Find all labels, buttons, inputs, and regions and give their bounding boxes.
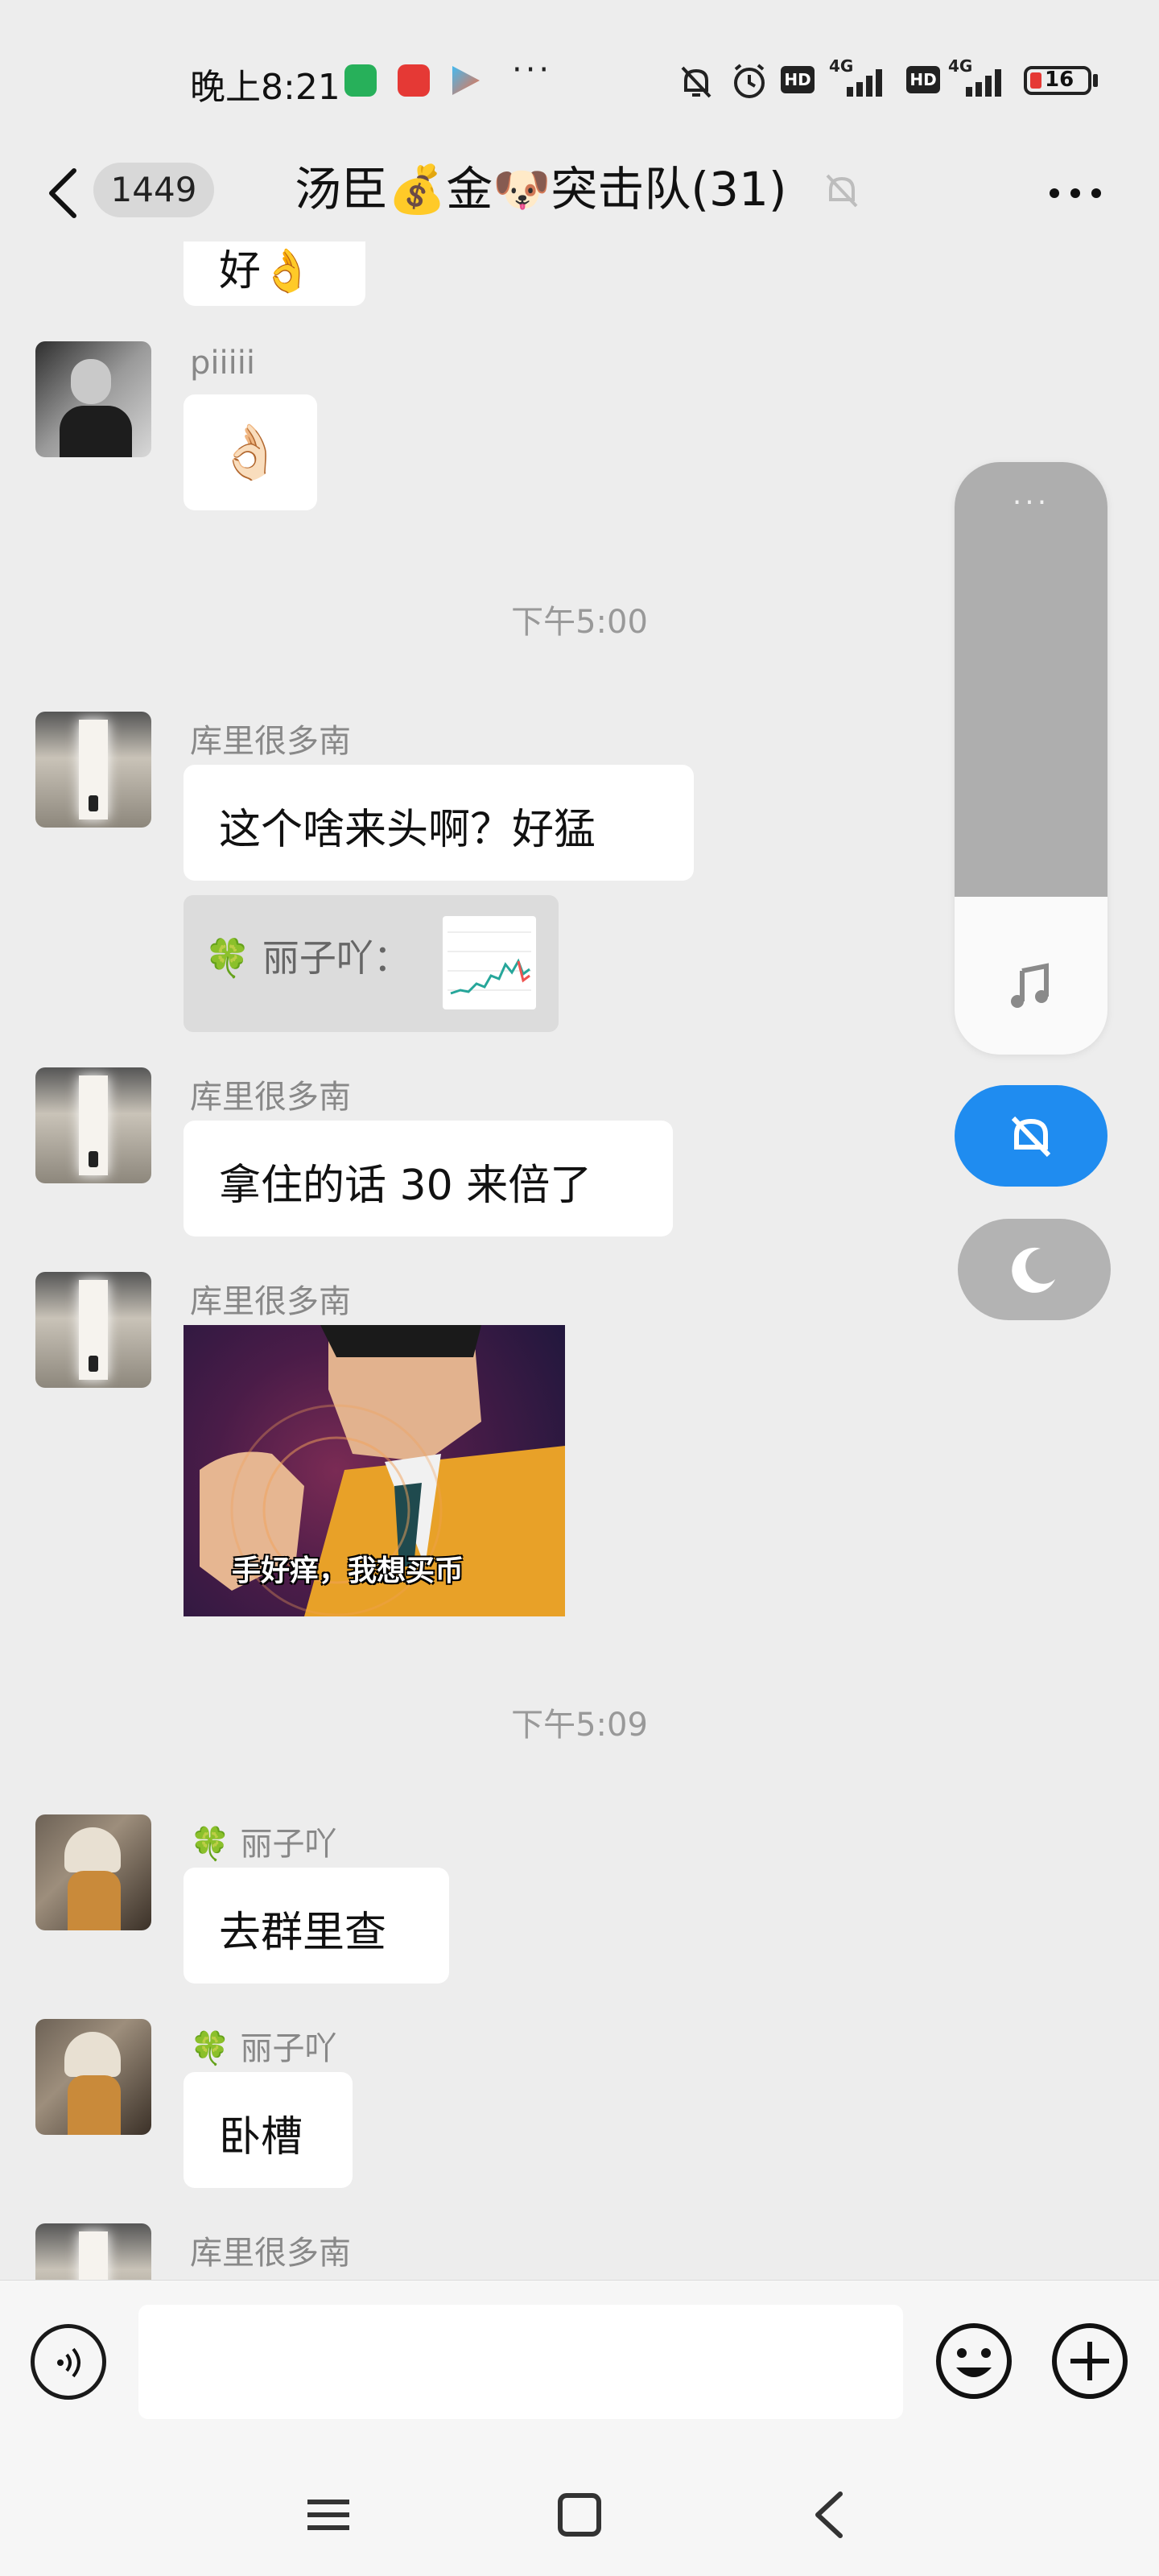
meme-caption: 手好痒，我想买币 xyxy=(232,1554,464,1587)
bell-off-icon xyxy=(826,174,858,208)
hd-badge-1: HD xyxy=(781,66,815,93)
back-button[interactable]: 1449 xyxy=(45,155,222,232)
battery-fill xyxy=(1030,72,1041,89)
home-nav-button[interactable] xyxy=(547,2483,612,2547)
music-note-icon xyxy=(1011,963,1049,1008)
avatar[interactable] xyxy=(35,341,151,457)
sender-name: 库里很多南 xyxy=(190,1283,351,1320)
avatar[interactable] xyxy=(35,2019,151,2135)
avatar[interactable] xyxy=(35,2223,151,2280)
unread-count-badge: 1449 xyxy=(93,163,214,217)
more-actions-button[interactable] xyxy=(1050,2321,1130,2401)
message-bubble[interactable]: 卧槽 xyxy=(184,2072,353,2188)
sender-name: 库里很多南 xyxy=(190,1079,351,1116)
plus-circle-icon xyxy=(1052,2323,1128,2399)
play-app-icon xyxy=(452,66,480,95)
volume-panel[interactable]: ··· xyxy=(955,462,1107,1055)
timestamp: 下午5:09 xyxy=(511,1707,648,1744)
message-text: 卧槽 xyxy=(219,2113,303,2161)
chat-title: 汤臣💰金🐶突击队(31) xyxy=(295,162,787,217)
shield-app-icon xyxy=(344,64,377,97)
mute-toggle-button[interactable] xyxy=(955,1085,1107,1187)
sender-name: 🍀 丽子吖 xyxy=(190,1826,337,1863)
sender-name: 🍀 丽子吖 xyxy=(190,2030,337,2067)
avatar[interactable] xyxy=(35,1067,151,1183)
moon-icon xyxy=(1012,1247,1055,1293)
status-more-dots: ··· xyxy=(512,52,553,89)
battery-icon: 16 xyxy=(1024,66,1091,95)
chart-thumbnail[interactable] xyxy=(443,916,536,1009)
signal-icon-2 xyxy=(966,69,1001,97)
emoji-icon xyxy=(936,2323,1012,2399)
message-text: 好👌 xyxy=(219,247,313,295)
more-dots-icon xyxy=(1050,188,1101,198)
message-bubble[interactable]: 拿住的话 30 来倍了 xyxy=(184,1121,673,1236)
ok-hand-icon: 👌🏻 xyxy=(217,421,284,483)
home-square-icon xyxy=(558,2493,601,2537)
chat-header: 1449 汤臣💰金🐶突击队(31) xyxy=(0,145,1159,242)
sender-name: 库里很多南 xyxy=(190,723,351,760)
menu-icon xyxy=(307,2500,349,2530)
system-nav-bar xyxy=(0,2449,1159,2576)
sender-name: 库里很多南 xyxy=(190,2235,351,2272)
menu-nav-button[interactable] xyxy=(296,2483,361,2547)
message-bubble[interactable]: 好👌 xyxy=(184,242,365,306)
signal-icon xyxy=(847,69,882,97)
do-not-disturb-button[interactable] xyxy=(958,1219,1111,1320)
emoji-button[interactable] xyxy=(934,2321,1014,2401)
back-nav-button[interactable] xyxy=(798,2483,863,2547)
avatar[interactable] xyxy=(35,1272,151,1388)
avatar[interactable] xyxy=(35,712,151,828)
alarm-icon xyxy=(734,64,765,98)
volume-slider-track[interactable] xyxy=(955,462,1107,897)
news-app-icon xyxy=(398,64,430,97)
back-triangle-icon xyxy=(815,2491,843,2538)
bell-off-icon xyxy=(1011,1116,1051,1158)
bell-off-icon xyxy=(681,66,711,98)
message-text: 拿住的话 30 来倍了 xyxy=(219,1162,592,1210)
message-bubble[interactable]: 这个啥来头啊？好猛 xyxy=(184,765,694,881)
battery-level: 16 xyxy=(1045,68,1074,92)
quoted-message[interactable]: 🍀 丽子吖： xyxy=(184,895,559,1032)
chevron-left-icon xyxy=(49,168,76,218)
quote-text: 🍀 丽子吖： xyxy=(204,936,410,980)
sticker-bubble[interactable]: 👌🏻 xyxy=(184,394,317,510)
input-bar xyxy=(0,2280,1159,2450)
battery-tip xyxy=(1093,74,1098,87)
sender-name: piiiii xyxy=(190,345,255,382)
status-time: 晚上8:21 xyxy=(190,67,340,108)
message-text: 这个啥来头啊？好猛 xyxy=(219,806,596,854)
more-options-button[interactable] xyxy=(1043,161,1107,225)
voice-button[interactable] xyxy=(31,2324,106,2400)
message-text: 去群里查 xyxy=(219,1909,387,1957)
voice-icon xyxy=(57,2347,80,2378)
message-input[interactable] xyxy=(138,2305,903,2419)
panel-more-dots[interactable]: ··· xyxy=(955,486,1107,519)
hd-badge-2: HD xyxy=(906,66,940,93)
avatar[interactable] xyxy=(35,1814,151,1930)
status-bar: 晚上8:21 ··· HD 4G HD 4G 16 xyxy=(0,0,1159,161)
message-bubble[interactable]: 去群里查 xyxy=(184,1868,449,1984)
meme-image[interactable]: 手好痒，我想买币 xyxy=(184,1325,565,1616)
